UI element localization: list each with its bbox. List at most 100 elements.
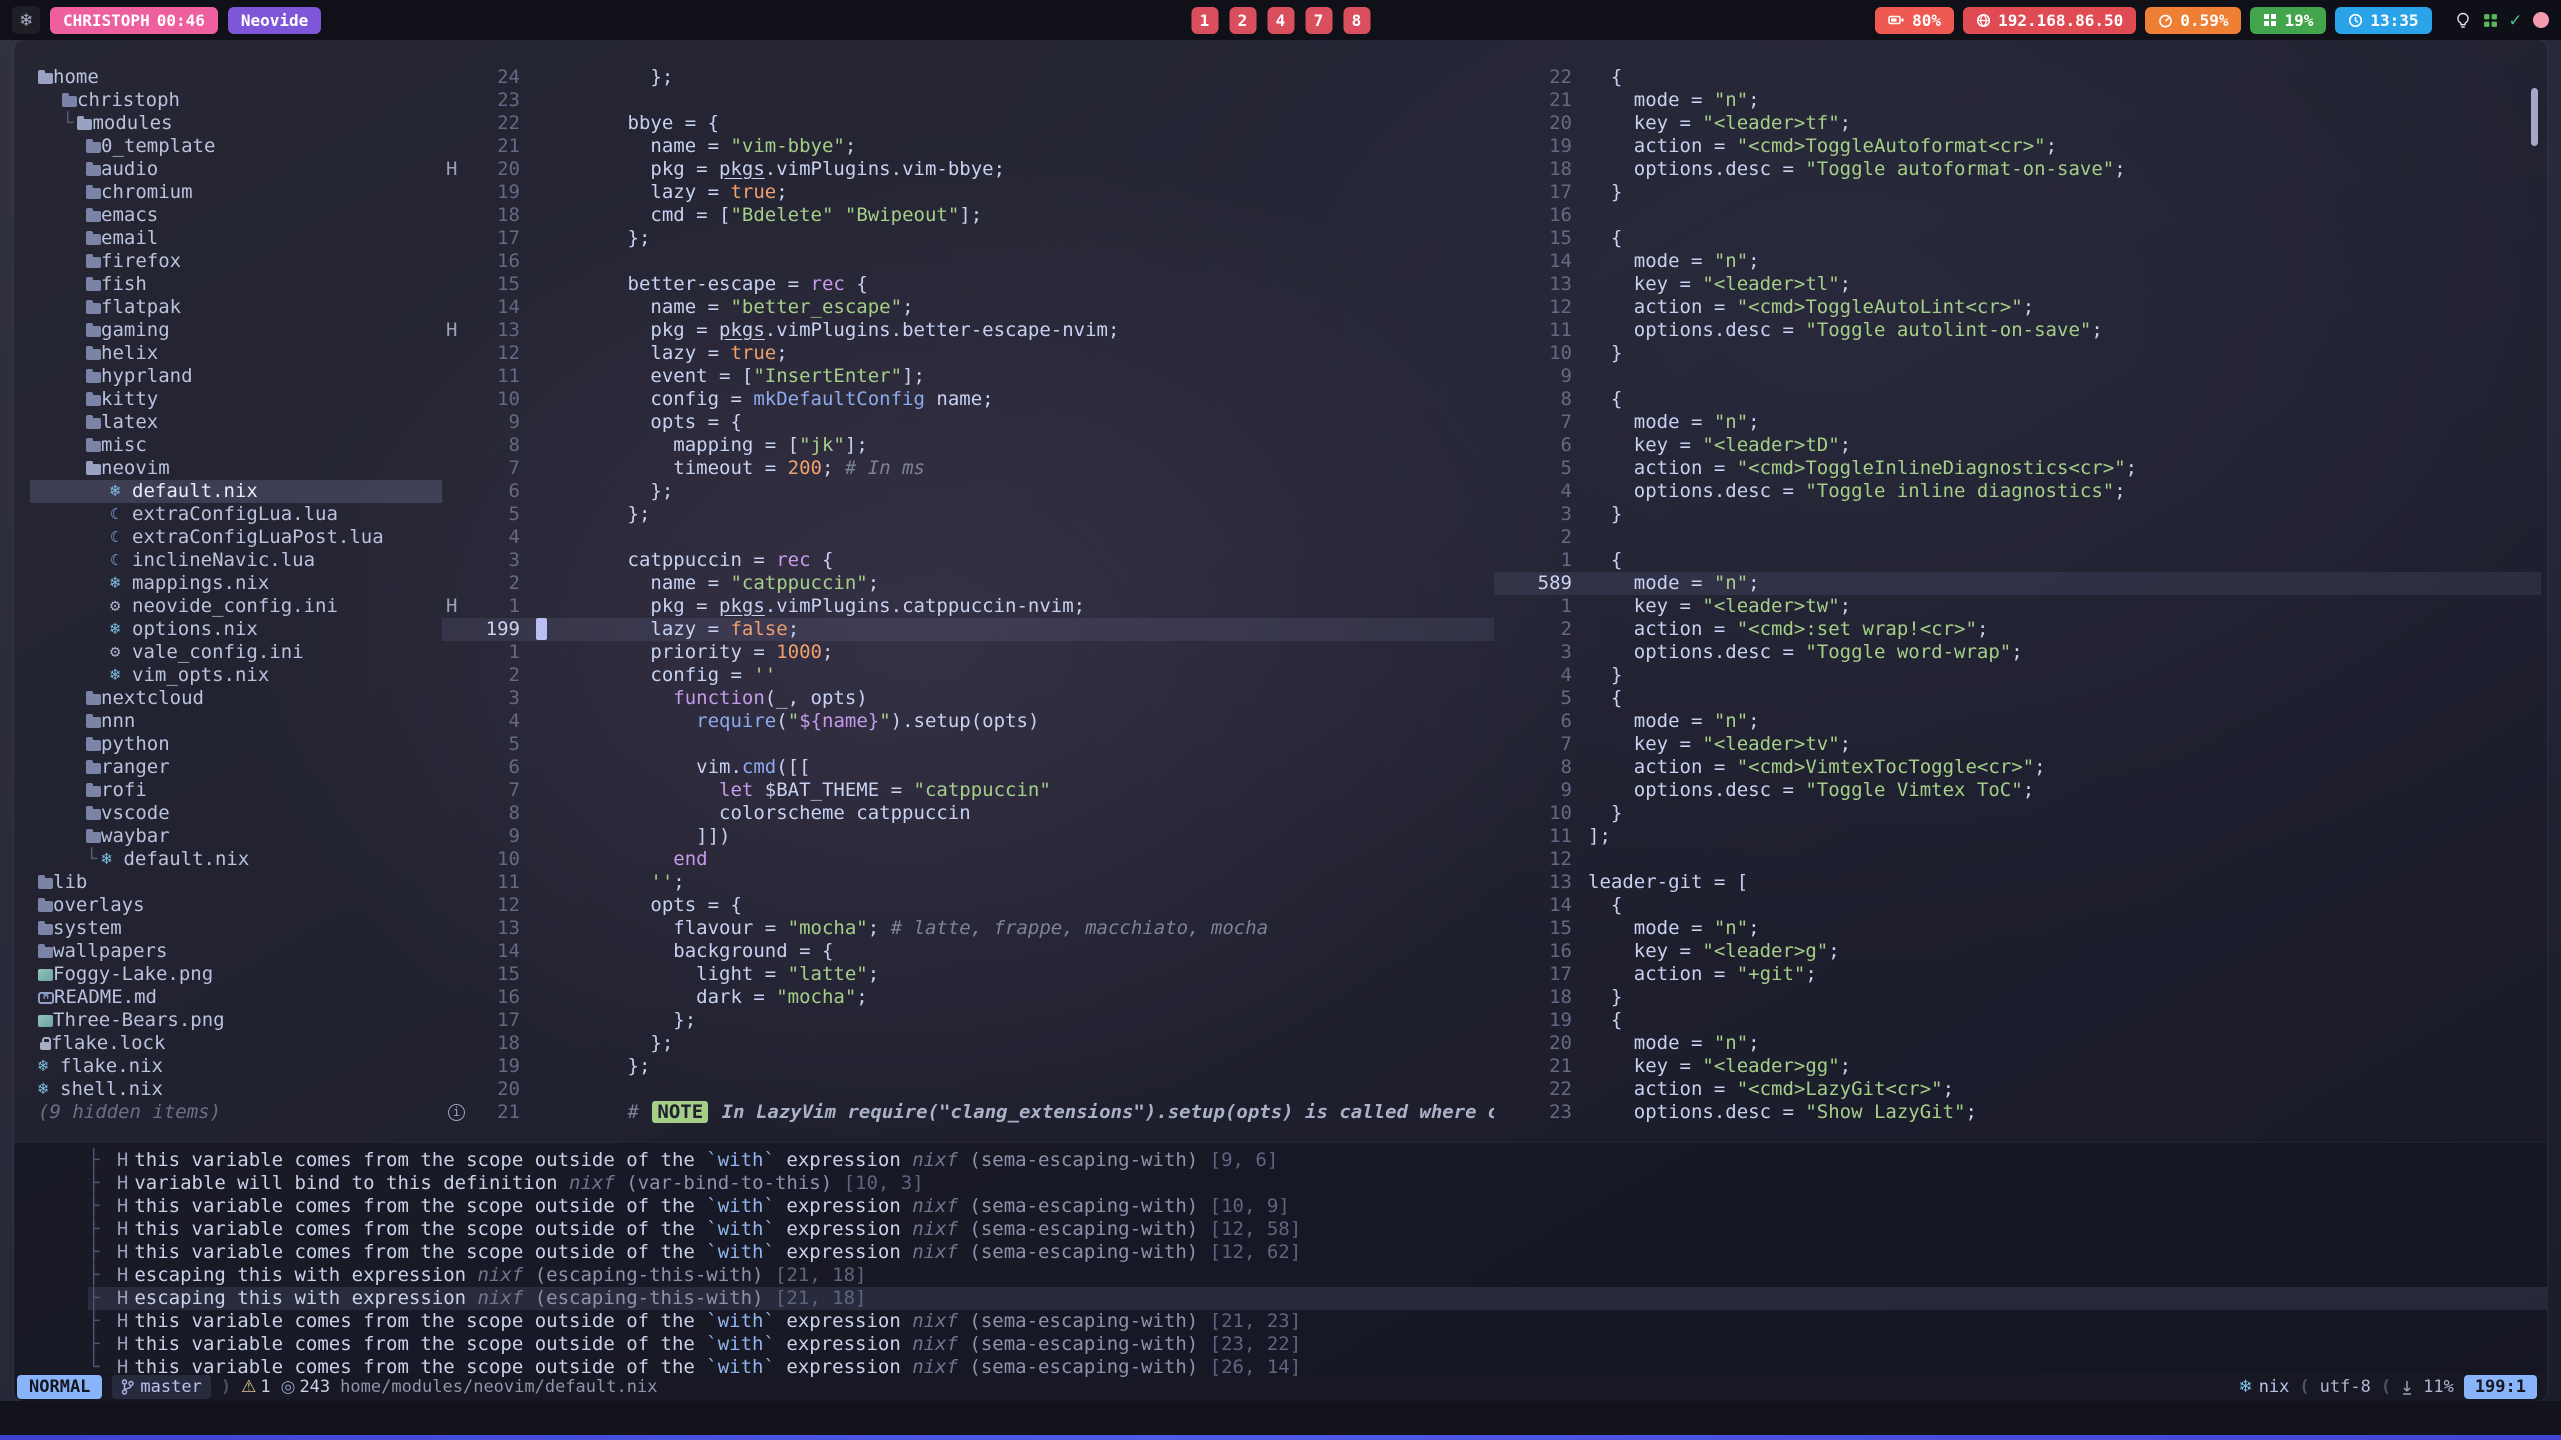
- line-number[interactable]: 6: [476, 756, 520, 779]
- code-line[interactable]: 12 opts = {: [442, 894, 1494, 917]
- code-line[interactable]: 589 mode = "n";: [1494, 572, 2541, 595]
- code-line[interactable]: 14 background = {: [442, 940, 1494, 963]
- tree-item-fish[interactable]: fish: [30, 273, 442, 296]
- line-number[interactable]: 6: [1528, 434, 1572, 457]
- code-line[interactable]: 3 catppuccin = rec {: [442, 549, 1494, 572]
- tree-item-audio[interactable]: audio: [30, 158, 442, 181]
- code-line[interactable]: 11 event = ["InsertEnter"];: [442, 365, 1494, 388]
- code-line[interactable]: H1 pkg = pkgs.vimPlugins.catppuccin-nvim…: [442, 595, 1494, 618]
- code-line[interactable]: 18 options.desc = "Toggle autoformat-on-…: [1494, 158, 2541, 181]
- buffer-right-split[interactable]: 22 {21 mode = "n";20 key = "<leader>tf";…: [1494, 66, 2541, 1142]
- line-number[interactable]: 20: [476, 158, 520, 181]
- line-number[interactable]: 8: [476, 434, 520, 457]
- diagnostic-row[interactable]: ├ Hescaping this with expression nixf (e…: [88, 1264, 2547, 1287]
- code-line[interactable]: 6 key = "<leader>tD";: [1494, 434, 2541, 457]
- line-number[interactable]: 13: [1528, 273, 1572, 296]
- tree-item-home[interactable]: home: [30, 66, 442, 89]
- line-number[interactable]: 4: [1528, 664, 1572, 687]
- line-number[interactable]: 19: [1528, 135, 1572, 158]
- line-number[interactable]: 12: [1528, 848, 1572, 871]
- code-line[interactable]: 14 name = "better_escape";: [442, 296, 1494, 319]
- code-line[interactable]: 22 bbye = {: [442, 112, 1494, 135]
- code-line[interactable]: 15 light = "latte";: [442, 963, 1494, 986]
- line-number[interactable]: 10: [476, 848, 520, 871]
- workspace-1[interactable]: 1: [1191, 7, 1218, 34]
- line-number[interactable]: 3: [476, 687, 520, 710]
- tree-item-ranger[interactable]: ranger: [30, 756, 442, 779]
- warning-count[interactable]: ⚠1: [241, 1377, 271, 1397]
- code-line[interactable]: 11 '';: [442, 871, 1494, 894]
- line-number[interactable]: 8: [476, 802, 520, 825]
- tree-item-misc[interactable]: misc: [30, 434, 442, 457]
- tree-item-default.nix[interactable]: ❄default.nix: [30, 480, 442, 503]
- tree-item-wallpapers[interactable]: wallpapers: [30, 940, 442, 963]
- tree-item-flake.lock[interactable]: flake.lock: [30, 1032, 442, 1055]
- line-number[interactable]: 9: [476, 825, 520, 848]
- tree-item-system[interactable]: system: [30, 917, 442, 940]
- line-number[interactable]: 13: [476, 319, 520, 342]
- code-line[interactable]: 9 opts = {: [442, 411, 1494, 434]
- code-line[interactable]: 9: [1494, 365, 2541, 388]
- code-line[interactable]: 18 }: [1494, 986, 2541, 1009]
- code-line[interactable]: 1 key = "<leader>tw";: [1494, 595, 2541, 618]
- tree-item-shell.nix[interactable]: ❄shell.nix: [30, 1078, 442, 1101]
- line-number[interactable]: 14: [1528, 250, 1572, 273]
- line-number[interactable]: 17: [476, 227, 520, 250]
- line-number[interactable]: 18: [476, 1032, 520, 1055]
- tree-item-foggy-lake.png[interactable]: Foggy-Lake.png: [30, 963, 442, 986]
- line-number[interactable]: 11: [1528, 319, 1572, 342]
- tree-item-chromium[interactable]: chromium: [30, 181, 442, 204]
- line-number[interactable]: 6: [476, 480, 520, 503]
- code-line[interactable]: H13 pkg = pkgs.vimPlugins.better-escape-…: [442, 319, 1494, 342]
- diagnostic-row[interactable]: ├ Hvariable will bind to this definition…: [88, 1172, 2547, 1195]
- tree-item-kitty[interactable]: kitty: [30, 388, 442, 411]
- line-number[interactable]: 18: [1528, 158, 1572, 181]
- tree-item-readme.md[interactable]: MREADME.md: [30, 986, 442, 1009]
- code-line[interactable]: 17 };: [442, 227, 1494, 250]
- line-number[interactable]: 5: [1528, 687, 1572, 710]
- code-line[interactable]: 21 name = "vim-bbye";: [442, 135, 1494, 158]
- code-line[interactable]: 7 key = "<leader>tv";: [1494, 733, 2541, 756]
- code-line[interactable]: 5 };: [442, 503, 1494, 526]
- code-line[interactable]: 5: [442, 733, 1494, 756]
- line-number[interactable]: 24: [476, 66, 520, 89]
- tree-item-extraconfiglua.lua[interactable]: ☾extraConfigLua.lua: [30, 503, 442, 526]
- line-number[interactable]: 22: [476, 112, 520, 135]
- code-line[interactable]: 9 options.desc = "Toggle Vimtex ToC";: [1494, 779, 2541, 802]
- tree-item-email[interactable]: email: [30, 227, 442, 250]
- diagnostic-row[interactable]: ├ Hthis variable comes from the scope ou…: [88, 1149, 2547, 1172]
- line-number[interactable]: 9: [1528, 365, 1572, 388]
- tree-item-latex[interactable]: latex: [30, 411, 442, 434]
- code-line[interactable]: 7 let $BAT_THEME = "catppuccin": [442, 779, 1494, 802]
- code-line[interactable]: 3 }: [1494, 503, 2541, 526]
- code-line[interactable]: 1 {: [1494, 549, 2541, 572]
- code-line[interactable]: 2: [1494, 526, 2541, 549]
- code-line[interactable]: 23 options.desc = "Show LazyGit";: [1494, 1101, 2541, 1124]
- tree-item-nnn[interactable]: nnn: [30, 710, 442, 733]
- line-number[interactable]: 18: [1528, 986, 1572, 1009]
- code-line[interactable]: 17 }: [1494, 181, 2541, 204]
- line-number[interactable]: 6: [1528, 710, 1572, 733]
- tree-item-mappings.nix[interactable]: ❄mappings.nix: [30, 572, 442, 595]
- line-number[interactable]: 14: [476, 296, 520, 319]
- line-number[interactable]: 10: [476, 388, 520, 411]
- workspace-7[interactable]: 7: [1305, 7, 1332, 34]
- code-line[interactable]: 22 action = "<cmd>LazyGit<cr>";: [1494, 1078, 2541, 1101]
- diagnostic-row[interactable]: ├ Hthis variable comes from the scope ou…: [88, 1310, 2547, 1333]
- line-number[interactable]: 2: [476, 572, 520, 595]
- line-number[interactable]: 4: [1528, 480, 1572, 503]
- code-line[interactable]: 9 ]]): [442, 825, 1494, 848]
- code-line[interactable]: 21 mode = "n";: [1494, 89, 2541, 112]
- code-line[interactable]: 4 }: [1494, 664, 2541, 687]
- code-line[interactable]: 20 key = "<leader>tf";: [1494, 112, 2541, 135]
- tree-item-flatpak[interactable]: flatpak: [30, 296, 442, 319]
- code-line[interactable]: 8 {: [1494, 388, 2541, 411]
- status-dot-icon[interactable]: [2533, 12, 2549, 28]
- code-line[interactable]: 20 mode = "n";: [1494, 1032, 2541, 1055]
- line-number[interactable]: 4: [476, 526, 520, 549]
- tree-item-gaming[interactable]: gaming: [30, 319, 442, 342]
- diagnostic-row[interactable]: ├ Hescaping this with expression nixf (e…: [88, 1287, 2547, 1310]
- line-number[interactable]: 10: [1528, 342, 1572, 365]
- line-number[interactable]: 22: [1528, 66, 1572, 89]
- line-number[interactable]: 3: [1528, 641, 1572, 664]
